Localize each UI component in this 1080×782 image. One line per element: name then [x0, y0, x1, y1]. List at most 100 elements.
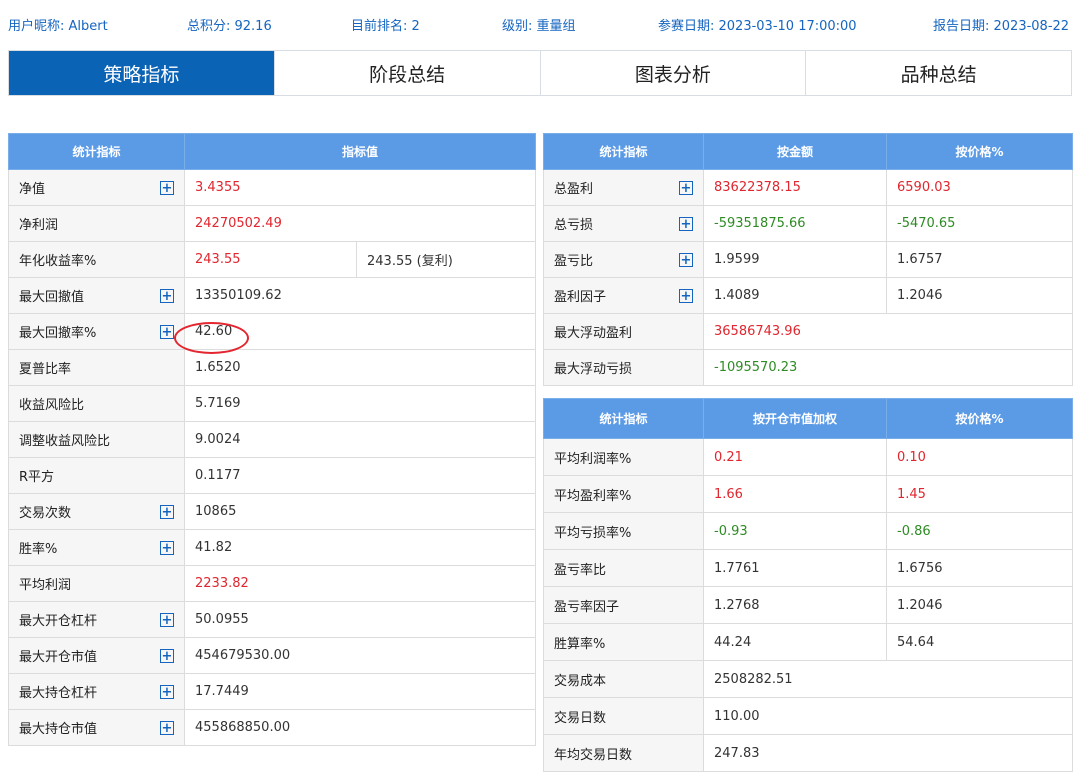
- expand-plus-icon[interactable]: +: [160, 684, 174, 699]
- metric-label: 交易日数: [543, 697, 704, 735]
- value-by-amount: -59351875.66: [703, 205, 887, 242]
- metric-label: 最大持仓杠杆 +: [8, 673, 185, 710]
- metric-label-wrap: 年均交易日数: [554, 744, 703, 763]
- table-row: 胜算率% 44.24 54.64: [543, 623, 1073, 661]
- expand-plus-icon[interactable]: +: [160, 612, 174, 627]
- metric-label: 最大回撤值 +: [8, 277, 185, 314]
- table-row: 交易成本 2508282.51: [543, 660, 1073, 698]
- expand-plus-icon[interactable]: +: [160, 324, 174, 339]
- expand-plus-icon[interactable]: +: [679, 216, 693, 231]
- metric-label: 最大持仓市值 +: [8, 709, 185, 746]
- metric-label: 胜率% +: [8, 529, 185, 566]
- metric-label-text: 总盈利: [554, 182, 594, 197]
- metric-value: 41.82: [183, 529, 537, 566]
- expand-plus-icon[interactable]: +: [160, 648, 174, 663]
- metric-label: 年化收益率%: [8, 241, 185, 278]
- table-row: 平均亏损率% -0.93 -0.86: [543, 512, 1073, 550]
- col-header-metric: 统计指标: [8, 133, 185, 170]
- table-row: 盈亏率因子 1.2768 1.2046: [543, 586, 1073, 624]
- tab-stage-summary[interactable]: 阶段总结: [273, 51, 540, 95]
- value-by-price: -0.86: [886, 512, 1073, 550]
- value-weighted: 1.7761: [703, 549, 887, 587]
- table-row: 交易日数 110.00: [543, 697, 1073, 735]
- value-by-price: 1.2046: [886, 586, 1073, 624]
- metric-value: 243.55: [184, 241, 357, 278]
- metric-label-text: 最大持仓杠杆: [19, 686, 98, 701]
- metric-label: 最大回撤率% +: [8, 313, 185, 350]
- metric-label-wrap: 平均亏损率%: [554, 522, 703, 541]
- metric-value: 9.0024: [183, 421, 537, 458]
- metric-label: 净值 +: [8, 169, 185, 206]
- expand-plus-icon[interactable]: +: [160, 540, 174, 555]
- value-by-amount: -1095570.23: [703, 349, 1073, 386]
- metric-value: 13350109.62: [183, 277, 537, 314]
- metric-label: 最大浮动亏损: [543, 349, 704, 386]
- table-row: 交易次数 +10865: [8, 493, 537, 530]
- current-rank: 目前排名: 2: [351, 19, 420, 34]
- metric-label-wrap: 净利润: [19, 214, 184, 233]
- value-by-price: 1.6756: [886, 549, 1073, 587]
- table-row: 最大回撤率% +42.60: [8, 313, 537, 350]
- start-date: 参赛日期: 2023-03-10 17:00:00: [658, 19, 857, 34]
- metric-label-wrap: 盈亏率因子: [554, 596, 703, 615]
- table-row: 净值 +3.4355: [8, 169, 537, 206]
- table-row: 平均利润率% 0.21 0.10: [543, 438, 1073, 476]
- metric-label-wrap: 胜算率%: [554, 633, 703, 652]
- table-row: 收益风险比 5.7169: [8, 385, 537, 422]
- metric-label-text: 交易次数: [19, 506, 72, 521]
- table-row: 平均盈利率% 1.66 1.45: [543, 475, 1073, 513]
- value-weighted: -0.93: [703, 512, 887, 550]
- table-row: 最大持仓杠杆 +17.7449: [8, 673, 537, 710]
- metric-value-compound: 243.55 (复利): [355, 241, 537, 278]
- right-amount-table: 统计指标 按金额 按价格% 总盈利 +83622378.15 6590.03 总亏损 +…: [543, 133, 1073, 386]
- expand-plus-icon[interactable]: +: [160, 504, 174, 519]
- metric-label-wrap: 胜率% +: [19, 538, 184, 557]
- expand-plus-icon[interactable]: +: [160, 180, 174, 195]
- metric-label: 盈亏率因子: [543, 586, 704, 624]
- metric-label-wrap: 交易日数: [554, 707, 703, 726]
- metric-label-wrap: 最大持仓杠杆 +: [19, 682, 184, 701]
- value-by-amount: 36586743.96: [703, 313, 1073, 350]
- value-by-price: 1.45: [886, 475, 1073, 513]
- metric-label: 交易次数 +: [8, 493, 185, 530]
- expand-plus-icon[interactable]: +: [679, 288, 693, 303]
- expand-plus-icon[interactable]: +: [679, 180, 693, 195]
- table-row: 年化收益率% 243.55 243.55 (复利): [8, 241, 537, 278]
- metric-label-wrap: 盈利因子 +: [554, 286, 703, 305]
- metric-label-text: 总亏损: [554, 218, 594, 233]
- metric-label: 最大浮动盈利: [543, 313, 704, 350]
- metric-label: 最大开仓杠杆 +: [8, 601, 185, 638]
- level-label: 级别:: [502, 19, 537, 34]
- metric-label: 盈亏比 +: [543, 241, 704, 278]
- tab-product-summary[interactable]: 品种总结: [805, 51, 1071, 95]
- metric-label-text: 胜率%: [19, 542, 58, 557]
- metric-label-text: 收益风险比: [19, 398, 85, 413]
- metric-label-wrap: 最大浮动亏损: [554, 358, 703, 377]
- metric-value: 50.0955: [183, 601, 537, 638]
- expand-plus-icon[interactable]: +: [679, 252, 693, 267]
- value-by-price: 1.6757: [886, 241, 1073, 278]
- metric-label-text: 最大回撤值: [19, 290, 85, 305]
- expand-plus-icon[interactable]: +: [160, 288, 174, 303]
- col-header-value: 指标值: [183, 133, 537, 170]
- table-row: 年均交易日数 247.83: [543, 734, 1073, 772]
- tab-strategy-metrics[interactable]: 策略指标: [9, 51, 274, 95]
- table-row: 总盈利 +83622378.15 6590.03: [543, 169, 1073, 206]
- col-header-by-amount: 按金额: [703, 133, 887, 170]
- metric-label-text: 交易成本: [554, 673, 607, 689]
- metric-label-text: 最大持仓市值: [19, 722, 98, 737]
- tab-chart-analysis[interactable]: 图表分析: [539, 51, 806, 95]
- metric-label: 最大开仓市值 +: [8, 637, 185, 674]
- metric-label-wrap: 最大开仓杠杆 +: [19, 610, 184, 629]
- table-row: 最大开仓市值 +454679530.00: [8, 637, 537, 674]
- table-row: 最大回撤值 +13350109.62: [8, 277, 537, 314]
- expand-plus-icon[interactable]: +: [160, 720, 174, 735]
- metric-label-wrap: 总亏损 +: [554, 214, 703, 233]
- table-row: 盈利因子 +1.4089 1.2046: [543, 277, 1073, 314]
- metric-value: 2233.82: [183, 565, 537, 602]
- table-row: 总亏损 + -59351875.66 -5470.65: [543, 205, 1073, 242]
- value-by-amount: 1.4089: [703, 277, 887, 314]
- metric-label-text: 盈利因子: [554, 290, 607, 305]
- col-header-by-price: 按价格%: [886, 133, 1073, 170]
- value-by-amount: 1.9599: [703, 241, 887, 278]
